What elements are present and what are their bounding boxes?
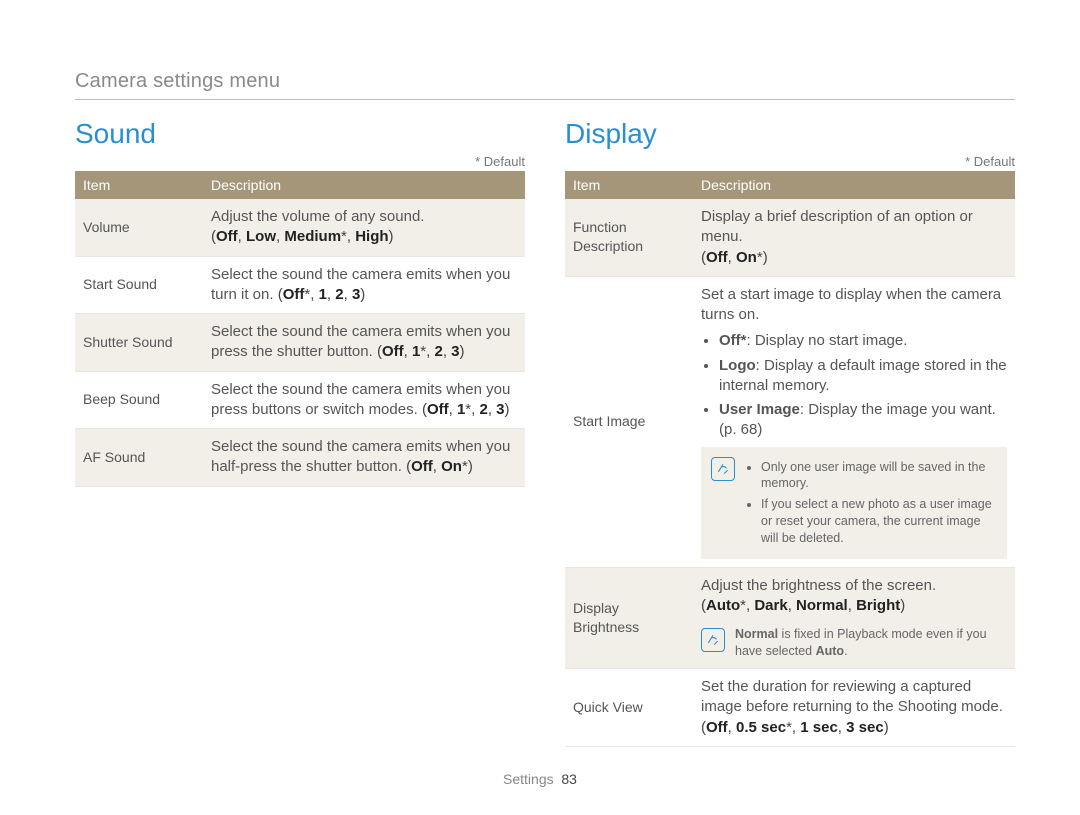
options-text: (Off, 1*, 2, 3) (377, 343, 465, 360)
options-text: (Off, On*) (406, 458, 473, 475)
desc-text: Adjust the volume of any sound. (211, 208, 424, 225)
bullet-strong: Logo (719, 357, 756, 374)
bullet-strong: User Image (719, 401, 800, 418)
table-row: AF Sound Select the sound the camera emi… (75, 429, 525, 487)
item-label: Start Image (565, 276, 693, 567)
footer-section: Settings (503, 771, 554, 787)
table-row: Start Image Set a start image to display… (565, 276, 1015, 567)
item-desc: Display a brief description of an option… (693, 199, 1015, 276)
options-text: (Off*, 1, 2, 3) (278, 286, 366, 303)
page-footer: Settings 83 (0, 771, 1080, 787)
list-item: User Image: Display the image you want. … (719, 400, 1007, 441)
desc-text: Adjust the brightness of the screen. (701, 577, 936, 594)
table-header-row: Item Description (565, 171, 1015, 199)
note-bold: Normal (735, 627, 778, 641)
note-icon (711, 457, 735, 481)
item-label: Function Description (565, 199, 693, 276)
list-item: Off*: Display no start image. (719, 331, 1007, 351)
item-desc: Select the sound the camera emits when y… (203, 371, 525, 429)
manual-page: Camera settings menu Sound * Default Ite… (0, 0, 1080, 815)
desc-text: Select the sound the camera emits when y… (211, 323, 510, 360)
item-label: Start Sound (75, 256, 203, 314)
item-desc: Select the sound the camera emits when y… (203, 256, 525, 314)
col-item-header: Item (75, 171, 203, 199)
item-desc: Set a start image to display when the ca… (693, 276, 1015, 567)
desc-text: Set a start image to display when the ca… (701, 286, 1001, 323)
desc-text: Display a brief description of an option… (701, 208, 973, 245)
item-desc: Set the duration for reviewing a capture… (693, 669, 1015, 747)
start-image-bullets: Off*: Display no start image. Logo: Disp… (701, 331, 1007, 440)
options-text: (Off, Low, Medium*, High) (211, 228, 394, 245)
divider (75, 99, 1015, 100)
note-item: If you select a new photo as a user imag… (761, 496, 997, 547)
note-span: . (844, 644, 847, 658)
display-column: Display * Default Item Description Funct… (565, 118, 1015, 747)
options-text: (Auto*, Dark, Normal, Bright) (701, 597, 905, 614)
note-text: Normal is fixed in Playback mode even if… (735, 626, 1007, 660)
bullet-rest: : Display no start image. (747, 332, 908, 349)
table-row: Quick View Set the duration for reviewin… (565, 669, 1015, 747)
bullet-strong: Off* (719, 332, 747, 349)
table-row: Shutter Sound Select the sound the camer… (75, 314, 525, 372)
options-text: (Off, 1*, 2, 3) (422, 401, 510, 418)
bullet-rest: : Display a default image stored in the … (719, 357, 1007, 394)
breadcrumb: Camera settings menu (75, 70, 1015, 93)
table-row: Beep Sound Select the sound the camera e… (75, 371, 525, 429)
item-desc: Adjust the brightness of the screen. (Au… (693, 567, 1015, 668)
list-item: Logo: Display a default image stored in … (719, 356, 1007, 397)
options-text: (Off, 0.5 sec*, 1 sec, 3 sec) (701, 719, 889, 736)
note-box: Only one user image will be saved in the… (701, 447, 1007, 559)
item-label: Display Brightness (565, 567, 693, 668)
col-item-header: Item (565, 171, 693, 199)
item-label: Beep Sound (75, 371, 203, 429)
two-column-layout: Sound * Default Item Description Volume … (75, 118, 1015, 747)
note-bold: Auto (816, 644, 844, 658)
col-desc-header: Description (693, 171, 1015, 199)
table-row: Start Sound Select the sound the camera … (75, 256, 525, 314)
note-item: Only one user image will be saved in the… (761, 459, 997, 493)
item-desc: Select the sound the camera emits when y… (203, 429, 525, 487)
options-text: (Off, On*) (701, 249, 768, 266)
note-bullets: Only one user image will be saved in the… (745, 455, 997, 551)
default-legend: * Default (75, 154, 525, 169)
note-icon (701, 628, 725, 652)
item-desc: Adjust the volume of any sound. (Off, Lo… (203, 199, 525, 256)
table-row: Display Brightness Adjust the brightness… (565, 567, 1015, 668)
display-section-title: Display (565, 118, 1015, 150)
table-row: Volume Adjust the volume of any sound. (… (75, 199, 525, 256)
table-row: Function Description Display a brief des… (565, 199, 1015, 276)
item-label: Quick View (565, 669, 693, 747)
table-header-row: Item Description (75, 171, 525, 199)
sound-section-title: Sound (75, 118, 525, 150)
col-desc-header: Description (203, 171, 525, 199)
default-legend: * Default (565, 154, 1015, 169)
display-table: Item Description Function Description Di… (565, 171, 1015, 747)
page-number: 83 (561, 771, 577, 787)
sound-table: Item Description Volume Adjust the volum… (75, 171, 525, 487)
note-box: Normal is fixed in Playback mode even if… (701, 622, 1007, 660)
item-desc: Select the sound the camera emits when y… (203, 314, 525, 372)
item-label: Volume (75, 199, 203, 256)
item-label: Shutter Sound (75, 314, 203, 372)
sound-column: Sound * Default Item Description Volume … (75, 118, 525, 747)
desc-text: Set the duration for reviewing a capture… (701, 678, 1003, 715)
item-label: AF Sound (75, 429, 203, 487)
